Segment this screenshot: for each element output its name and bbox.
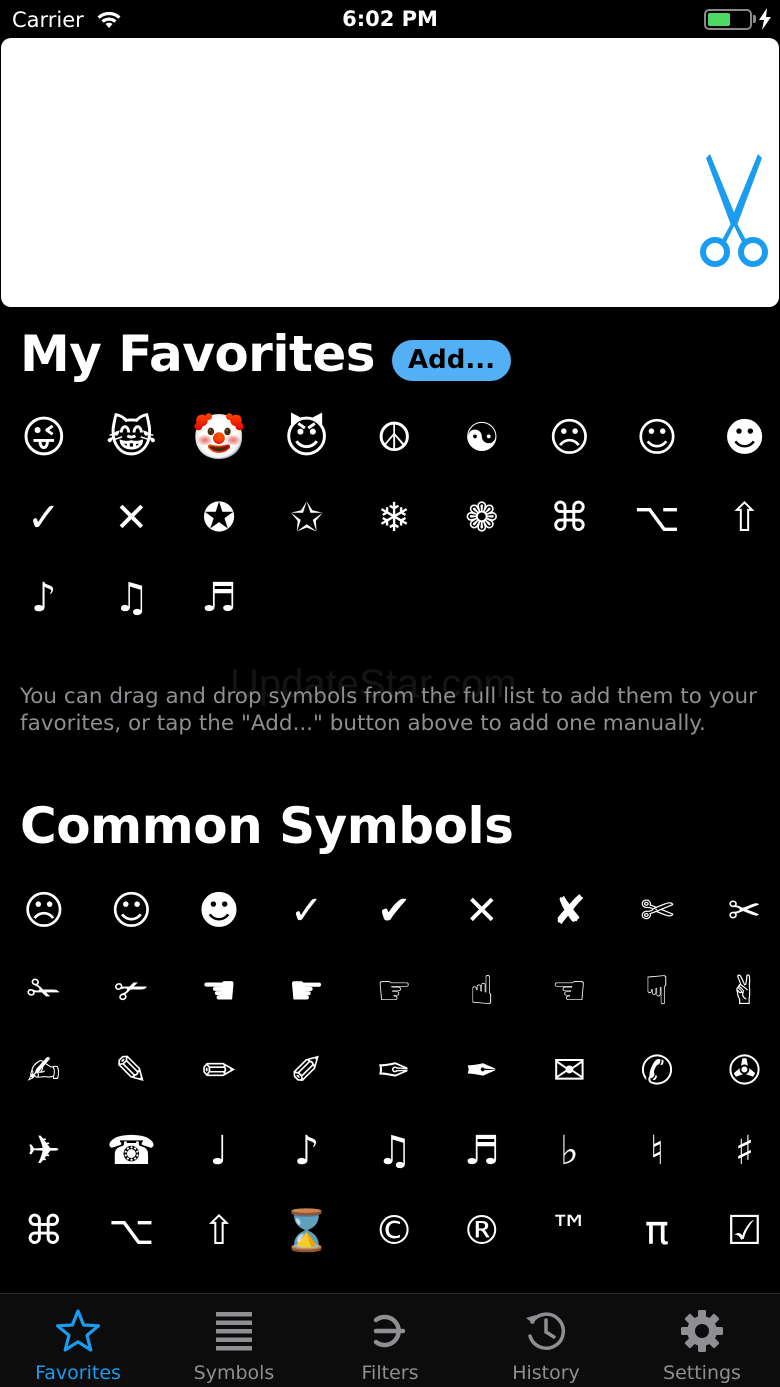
symbol-cell[interactable]: ⌥ [613,478,701,558]
symbol-cell[interactable]: ✃ [88,951,176,1031]
star-icon [55,1309,101,1352]
symbol-cell[interactable]: π [613,1191,701,1271]
symbol-cell[interactable]: 😈 [263,398,351,478]
charging-bolt-icon [759,8,771,30]
symbol-cell[interactable]: ☛ [263,951,351,1031]
symbol-cell[interactable]: ✇ [701,1031,780,1111]
gear-icon [681,1310,723,1352]
symbol-cell[interactable]: ✔ [350,871,438,951]
symbol-cell[interactable]: ✆ [613,1031,701,1111]
symbol-text-field[interactable] [1,38,779,307]
symbol-cell[interactable]: ☯ [438,398,526,478]
symbol-cell[interactable]: ✂ [701,871,780,951]
symbol-cell[interactable]: ✏ [175,1031,263,1111]
symbol-cell[interactable]: ✘ [526,871,614,951]
favorites-hint: You can drag and drop symbols from the f… [20,684,758,736]
symbol-cell[interactable]: ☹ [526,398,614,478]
symbol-cell[interactable]: ☻ [175,871,263,951]
list-icon [216,1312,252,1351]
symbol-cell[interactable]: 🤡 [175,398,263,478]
symbol-cell[interactable]: ☎ [88,1111,176,1191]
symbol-cell[interactable]: ☹ [0,871,88,951]
symbol-cell[interactable]: ✕ [438,871,526,951]
symbol-cell[interactable]: ✕ [88,478,176,558]
add-favorite-button[interactable]: Add... [392,340,511,381]
symbol-cell[interactable]: ♫ [350,1111,438,1191]
symbol-cell[interactable]: ♫ [88,558,176,638]
battery-icon [704,9,752,30]
symbol-cell[interactable]: ♬ [175,558,263,638]
common-symbols-title: Common Symbols [20,797,514,855]
symbol-cell[interactable]: ✓ [0,478,88,558]
symbol-cell[interactable]: ✪ [175,478,263,558]
tab-favorites[interactable]: Favorites [0,1294,156,1387]
symbol-cell[interactable]: ☝ [438,951,526,1031]
symbol-cell[interactable]: ✄ [613,871,701,951]
tab-filters[interactable]: Filters [312,1294,468,1387]
symbol-cell[interactable]: ™ [526,1191,614,1271]
tab-symbols[interactable]: Symbols [156,1294,312,1387]
tab-history[interactable]: History [468,1294,624,1387]
filter-glyph-icon [373,1314,406,1348]
symbol-cell[interactable]: ✁ [0,951,88,1031]
symbol-cell[interactable]: ♬ [438,1111,526,1191]
common-symbols-grid: ☹ ☺ ☻ ✓ ✔ ✕ ✘ ✄ ✂ ✁ ✃ ☚ ☛ ☞ ☝ ☜ ☟ ✌ ✍ ✎ ✏ ✐ ✑ ✒ ✉ ✆ ✇ ✈ ☎ ♩ ♪ ♫ ♬ ♭ ♮ ♯ ⌘ ⌥ ⇧ ⌛… [0,871,780,1271]
favorites-grid: 😜 😹 🤡 😈 ☮ ☯ ☹ ☺ ☻ ✓ ✕ ✪ ✩ ❄ ❁ ⌘ ⌥ ⇧ ♪ ♫ ♬ [0,398,780,638]
symbol-cell[interactable]: ✈ [0,1111,88,1191]
symbol-cell[interactable]: ☺ [88,871,176,951]
symbol-cell[interactable]: ✐ [263,1031,351,1111]
symbol-cell[interactable]: ♭ [526,1111,614,1191]
symbol-cell[interactable]: ☜ [526,951,614,1031]
symbol-cell[interactable]: ☻ [701,398,780,478]
symbol-cell[interactable]: ✎ [88,1031,176,1111]
symbol-cell[interactable]: ✍ [0,1031,88,1111]
symbol-cell[interactable]: ⇧ [701,478,780,558]
symbol-cell[interactable]: ♯ [701,1111,780,1191]
status-time: 6:02 PM [342,7,438,31]
symbol-cell[interactable]: 😹 [88,398,176,478]
symbol-cell[interactable]: ✩ [263,478,351,558]
tab-label: History [512,1362,580,1384]
symbol-cell[interactable]: ⌛ [263,1191,351,1271]
symbol-cell[interactable]: ✉ [526,1031,614,1111]
tab-settings[interactable]: Settings [624,1294,780,1387]
symbol-cell[interactable]: ☑ [701,1191,780,1271]
symbol-cell[interactable]: ❄ [350,478,438,558]
symbol-cell[interactable]: ✓ [263,871,351,951]
symbol-cell[interactable]: ♪ [263,1111,351,1191]
tab-label: Filters [361,1362,419,1384]
symbol-cell[interactable]: ☚ [175,951,263,1031]
scissors-icon[interactable] [698,152,770,272]
symbol-cell[interactable]: © [350,1191,438,1271]
symbol-cell[interactable]: ⌘ [0,1191,88,1271]
tab-bar: Favorites Symbols Filters History Settin… [0,1293,780,1387]
symbol-cell[interactable]: ♮ [613,1111,701,1191]
symbol-cell[interactable]: ❁ [438,478,526,558]
tab-label: Symbols [193,1362,275,1384]
symbol-cell[interactable]: ⇧ [175,1191,263,1271]
symbol-cell[interactable]: 😜 [0,398,88,478]
symbol-cell[interactable]: ☞ [350,951,438,1031]
symbol-cell[interactable]: ⌘ [526,478,614,558]
tab-label: Favorites [35,1362,121,1384]
symbol-cell[interactable]: ☺ [613,398,701,478]
symbol-cell[interactable]: ♪ [0,558,88,638]
history-icon [526,1312,566,1350]
battery-tip [753,15,756,23]
symbol-cell[interactable]: ✌ [701,951,780,1031]
symbol-cell[interactable]: ☟ [613,951,701,1031]
status-bar: Carrier 6:02 PM [0,0,780,40]
favorites-title: My Favorites [20,325,376,383]
symbol-cell[interactable]: ♩ [175,1111,263,1191]
symbol-cell[interactable]: ☮ [350,398,438,478]
symbol-cell[interactable]: ✒ [438,1031,526,1111]
tab-label: Settings [663,1362,741,1384]
symbol-cell[interactable]: ✑ [350,1031,438,1111]
symbol-cell[interactable]: ⌥ [88,1191,176,1271]
battery-fill [708,13,730,26]
symbol-cell[interactable]: ® [438,1191,526,1271]
